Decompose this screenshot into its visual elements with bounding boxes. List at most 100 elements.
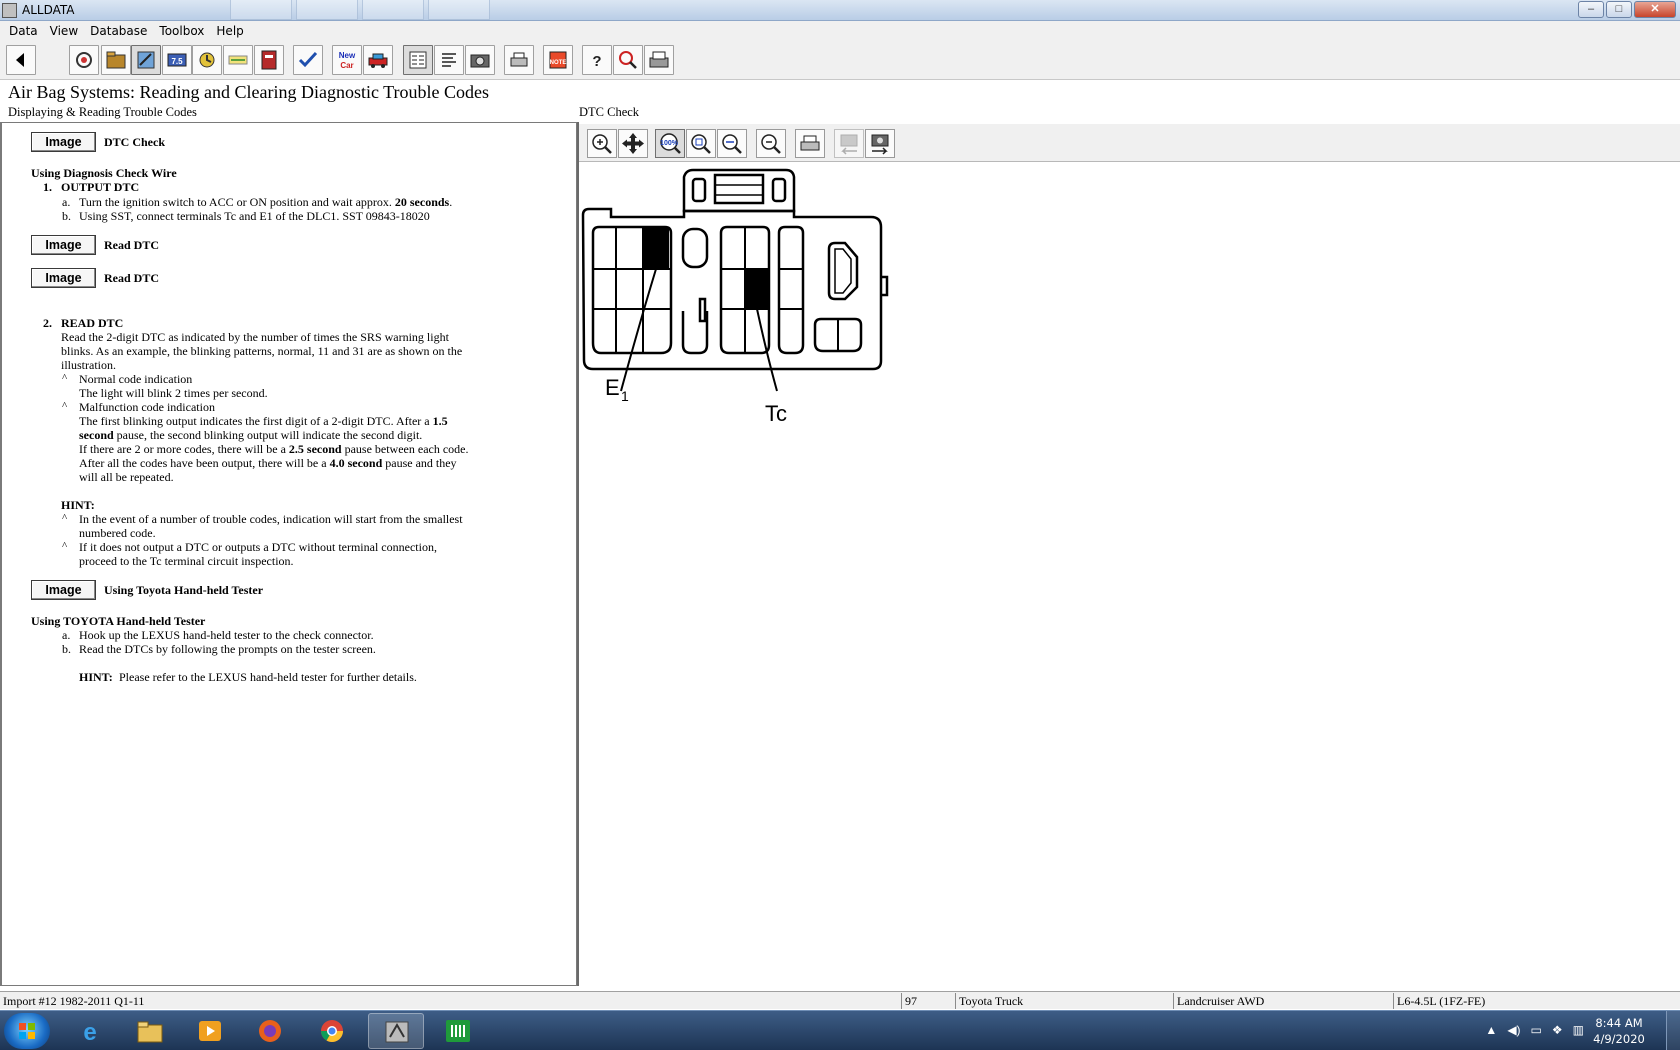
volume-icon[interactable]: ◀) [1507, 1023, 1520, 1037]
taskbar-green-app[interactable] [430, 1013, 486, 1049]
zoom-in-button[interactable] [587, 129, 617, 158]
image-print-button[interactable] [795, 129, 825, 158]
tsb-button[interactable] [131, 45, 161, 75]
network-icon[interactable]: ▥ [1573, 1023, 1584, 1037]
fax-icon [649, 51, 669, 68]
search-button[interactable] [613, 45, 643, 75]
taskbar-clock[interactable]: 8:44 AM 4/9/2020 [1584, 1015, 1654, 1047]
menu-toolbox[interactable]: Toolbox [153, 24, 210, 38]
status-code: 97 [902, 993, 956, 1009]
labor-button[interactable] [192, 45, 222, 75]
middle-pin-top [681, 227, 709, 269]
connector-body [581, 207, 883, 371]
ghost-tab [362, 0, 424, 20]
dropbox-icon[interactable]: ❖ [1552, 1023, 1563, 1037]
bullet-caret: ^ [62, 372, 68, 384]
next-image-button[interactable] [865, 129, 895, 158]
car-icon [368, 53, 388, 68]
checklist-button[interactable] [293, 45, 323, 75]
image-caption: Using Toyota Hand-held Tester [104, 583, 264, 597]
text-run: Turn the ignition switch to ACC or ON po… [79, 195, 395, 209]
text-button[interactable] [434, 45, 464, 75]
maximize-button[interactable]: □ [1606, 1, 1632, 18]
new-car-button[interactable]: New Car [332, 45, 362, 75]
internet-explorer-icon: e [83, 1019, 96, 1044]
note-button[interactable]: NOTE [543, 45, 573, 75]
media-player-icon [199, 1021, 221, 1041]
svg-text:e: e [83, 1019, 96, 1044]
zoom-out-button[interactable] [756, 129, 786, 158]
tc-terminal-highlight [745, 269, 768, 309]
component-locator-icon [76, 52, 92, 68]
ghost-tab [296, 0, 358, 20]
image-caption: Read DTC [104, 271, 160, 285]
specs-button[interactable]: 7.5 [162, 45, 192, 75]
bullet-text: will all be repeated. [79, 470, 174, 484]
image-button-dtc-check[interactable]: Image [31, 132, 96, 152]
right-pin-column [777, 225, 805, 355]
document-text-pane[interactable]: Image DTC Check Using Diagnosis Check Wi… [0, 122, 577, 986]
help-button[interactable]: ? [582, 45, 612, 75]
show-desktop-button[interactable] [1666, 1011, 1680, 1050]
index-icon [409, 51, 427, 69]
latch-window [713, 173, 765, 205]
search-icon [619, 51, 637, 69]
pan-icon [622, 133, 644, 154]
taskbar-internet-explorer[interactable]: e [62, 1013, 118, 1049]
camera-button[interactable] [465, 45, 495, 75]
menu-view[interactable]: View [44, 24, 84, 38]
bullet-text: If there are 2 or more codes, there will… [79, 442, 469, 457]
title-bar: ALLDATA – □ ✕ [0, 0, 1680, 21]
previous-image-button[interactable] [834, 129, 864, 158]
step-text: Using SST, connect terminals Tc and E1 o… [79, 209, 430, 223]
index-button[interactable] [403, 45, 433, 75]
image-button-read-dtc-1[interactable]: Image [31, 235, 96, 255]
step-number: 1. [43, 180, 52, 194]
back-button[interactable] [6, 45, 36, 75]
help-icon: ? [592, 53, 601, 70]
taskbar-alldata[interactable] [368, 1013, 424, 1049]
taskbar-chrome[interactable] [304, 1013, 360, 1049]
folder-button[interactable] [101, 45, 131, 75]
step-text: Turn the ignition switch to ACC or ON po… [79, 195, 452, 210]
paragraph-line: blinks. As an example, the blinking patt… [61, 344, 463, 358]
file-explorer-icon [137, 1021, 163, 1043]
taskbar-file-explorer[interactable] [122, 1013, 178, 1049]
image-button-read-dtc-2[interactable]: Image [31, 268, 96, 288]
fax-button[interactable] [644, 45, 674, 75]
show-hidden-icons-icon[interactable]: ▲ [1485, 1023, 1497, 1037]
actual-size-label: 100% [660, 140, 679, 147]
minimize-button[interactable]: – [1578, 1, 1604, 18]
print-icon [800, 135, 820, 151]
hint-text: proceed to the Tc terminal circuit inspe… [79, 554, 294, 568]
print-button[interactable] [504, 45, 534, 75]
online-button[interactable] [223, 45, 253, 75]
car-button[interactable] [363, 45, 393, 75]
component-locator-button[interactable] [69, 45, 99, 75]
zoom-region-button[interactable] [717, 129, 747, 158]
bullet-text: The first blinking output indicates the … [79, 414, 448, 429]
taskbar-media-player[interactable] [182, 1013, 238, 1049]
labor-icon [199, 52, 215, 68]
actual-size-button[interactable]: 100% [655, 129, 685, 158]
chrome-icon [321, 1020, 343, 1042]
taskbar-firefox[interactable] [242, 1013, 298, 1049]
hint-label: HINT: [79, 670, 113, 684]
book-button[interactable] [254, 45, 284, 75]
menu-help[interactable]: Help [210, 24, 249, 38]
start-button[interactable] [4, 1013, 50, 1049]
svg-text:7.5: 7.5 [171, 57, 183, 66]
menu-database[interactable]: Database [84, 24, 153, 38]
text-run: After all the codes have been output, th… [79, 456, 330, 470]
action-center-icon[interactable]: ▭ [1531, 1023, 1542, 1037]
image-button-hand-held-tester[interactable]: Image [31, 580, 96, 600]
zoom-fit-button[interactable] [686, 129, 716, 158]
hint-text: numbered code. [79, 526, 156, 540]
text-run: pause and they [382, 456, 457, 470]
pan-button[interactable] [618, 129, 648, 158]
e1-label: E [605, 375, 620, 400]
close-button[interactable]: ✕ [1634, 1, 1676, 18]
clock-time: 8:44 AM [1595, 1016, 1643, 1030]
middle-pin-bottom [681, 311, 709, 355]
menu-data[interactable]: Data [3, 24, 44, 38]
